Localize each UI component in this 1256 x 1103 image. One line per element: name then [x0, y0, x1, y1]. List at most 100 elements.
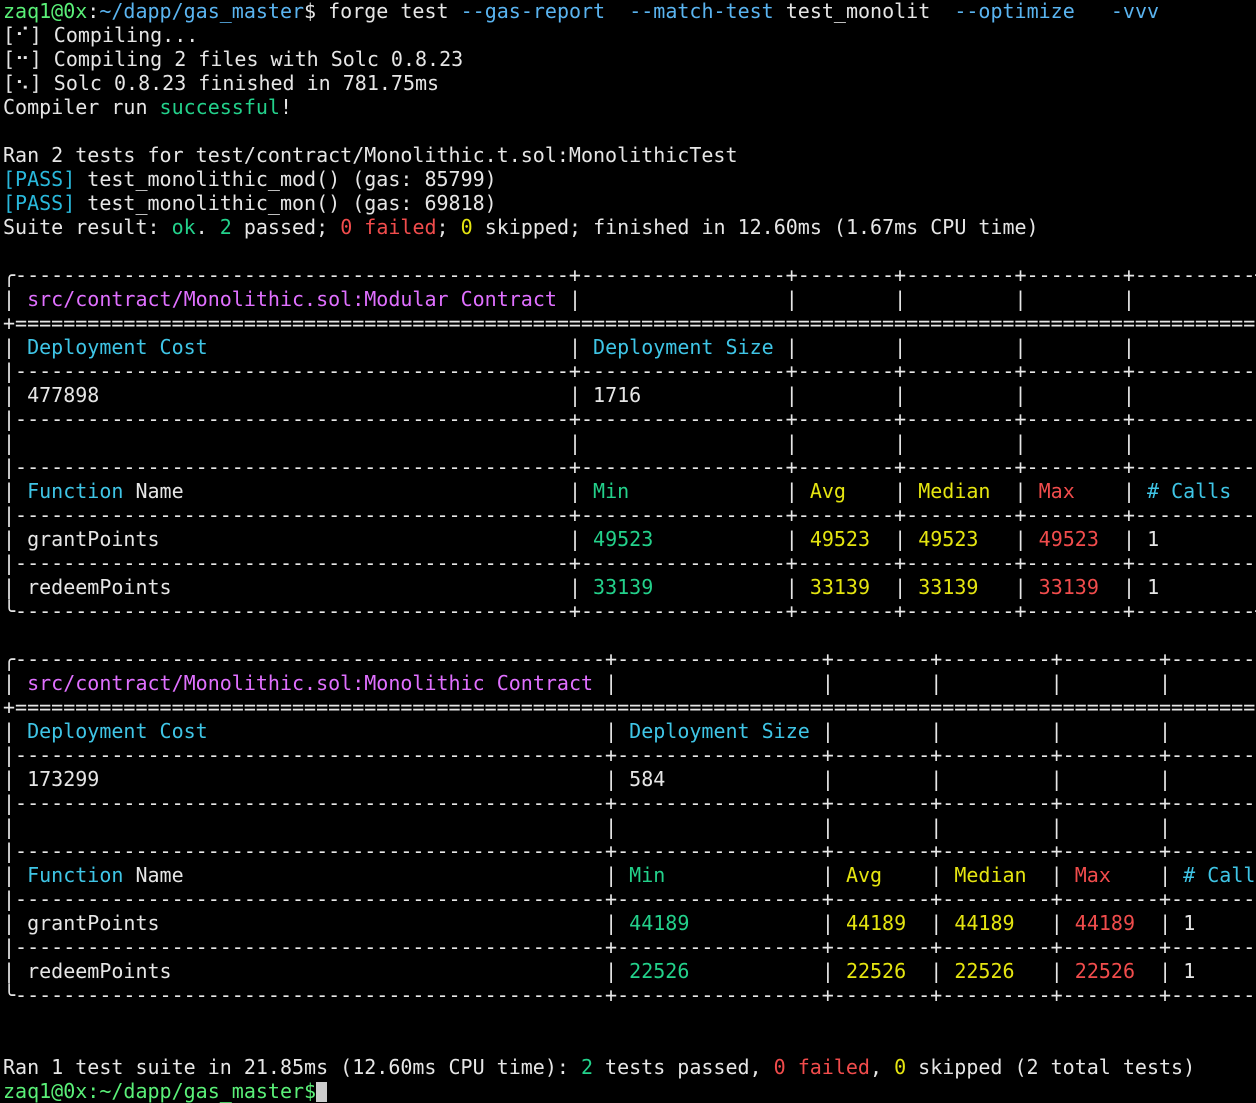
table-border: | — [821, 671, 834, 695]
table-border: | — [894, 287, 907, 311]
min-header: Min — [629, 863, 666, 887]
table-border: | — [894, 527, 907, 551]
calls-header: # Calls — [1183, 863, 1256, 887]
table-border: | — [1014, 287, 1027, 311]
deployment-cost-value: 173299 — [27, 767, 100, 791]
table-border: | — [1122, 383, 1135, 407]
suite-semicolon: ; — [436, 215, 461, 239]
table-border: | — [605, 959, 618, 983]
terminal-window[interactable]: zaq1@0x:~/dapp/gas_master$ forge test --… — [0, 0, 1256, 1103]
command-text: forge test — [328, 0, 449, 23]
table-border: | — [1122, 335, 1135, 359]
table-border: ╰---------------------------------------… — [3, 983, 1256, 1007]
avg-header: Avg — [809, 479, 846, 503]
summary-prefix: Ran 1 test suite in 21.85ms (12.60ms CPU… — [3, 1055, 581, 1079]
table-border: | — [1050, 911, 1063, 935]
table-border: | — [1159, 767, 1172, 791]
arg-match-value: test_monolit — [785, 0, 931, 23]
deployment-cost-header: Deployment Cost — [27, 335, 208, 359]
calls-cell: 1 — [1183, 911, 1196, 935]
table-border: | — [1159, 815, 1172, 839]
table-border: | — [894, 479, 907, 503]
compile-line: [⠒] Compiling 2 files with Solc 0.8.23 — [3, 47, 463, 71]
avg-cell: 22526 — [845, 959, 907, 983]
test-result: [PASS] test_monolithic_mon() (gas: 69818… — [3, 191, 497, 215]
test-result: [PASS] test_monolithic_mod() (gas: 85799… — [3, 167, 497, 191]
prompt-symbol: $ — [304, 0, 317, 23]
arg-match-test: --match-test — [629, 0, 774, 23]
table-border: | — [930, 815, 943, 839]
table-border: | — [1014, 479, 1027, 503]
table-border: | — [3, 863, 16, 887]
table-border: | — [785, 383, 798, 407]
max-cell: 49523 — [1038, 527, 1099, 551]
table-border: | — [821, 719, 834, 743]
table-border: | — [1122, 287, 1135, 311]
median-cell: 44189 — [954, 911, 1015, 935]
avg-cell: 33139 — [809, 575, 871, 599]
function-name-cell: redeemPoints — [27, 959, 172, 983]
table-border: |---------------------------------------… — [3, 407, 1256, 431]
max-cell: 33139 — [1038, 575, 1099, 599]
function-name-header: Function Name — [27, 863, 184, 887]
table-border: | — [605, 719, 618, 743]
median-cell: 22526 — [954, 959, 1015, 983]
table-border: | — [785, 431, 798, 455]
table-border: +=======================================… — [3, 695, 1256, 719]
arg-optimize: --optimize — [954, 0, 1075, 23]
table-title: src/contract/Monolithic.sol:Modular Cont… — [27, 287, 557, 311]
suite-failed-word: failed — [352, 215, 437, 239]
avg-header: Avg — [845, 863, 883, 887]
table-border: | — [821, 911, 834, 935]
table-border: | — [568, 383, 581, 407]
empty-row: | | | | | | | — [3, 815, 1256, 839]
table-border: | — [3, 479, 16, 503]
avg-cell: 44189 — [845, 911, 907, 935]
table-border: ╭---------------------------------------… — [3, 647, 1256, 671]
summary-line: Ran 1 test suite in 21.85ms (12.60ms CPU… — [3, 1055, 1195, 1079]
min-cell: 44189 — [629, 911, 690, 935]
table-row: | redeemPoints | 22526 | 22526 | 22526 |… — [3, 959, 1256, 983]
table-border: | — [3, 671, 16, 695]
table-border: | — [1014, 335, 1027, 359]
calls-header: # Calls — [1147, 479, 1232, 503]
max-header: Max — [1038, 479, 1075, 503]
table-title-word: Contract — [460, 287, 557, 311]
table-border: | — [3, 335, 16, 359]
avg-cell: 49523 — [809, 527, 871, 551]
min-cell: 33139 — [593, 575, 654, 599]
compiler-result: Compiler run successful! — [3, 95, 292, 119]
ran-tests-line: Ran 2 tests for test/contract/Monolithic… — [3, 143, 738, 167]
table-border: | — [3, 767, 16, 791]
prompt-user-host: zaq1@0x — [3, 0, 88, 23]
table-border: | — [930, 671, 943, 695]
compile-line: [⠊] Compiling... — [3, 23, 198, 47]
table-row: | grantPoints | 44189 | 44189 | 44189 | … — [3, 911, 1256, 935]
table-border: |---------------------------------------… — [3, 455, 1256, 479]
table-border: | — [3, 815, 16, 839]
table-border: | — [930, 911, 943, 935]
table-border: | — [1122, 527, 1136, 551]
table-border: | — [568, 431, 581, 455]
table-border: | — [785, 287, 798, 311]
table-border: | — [3, 287, 16, 311]
table-title: src/contract/Monolithic.sol:Monolithic C… — [27, 671, 593, 695]
table-border: | — [1014, 575, 1027, 599]
table-title-word: Contract — [496, 671, 594, 695]
table-title-row: | src/contract/Monolithic.sol:Monolithic… — [3, 671, 1256, 695]
table-border: | — [930, 767, 943, 791]
table-border: | — [568, 527, 581, 551]
table-border: | — [605, 863, 618, 887]
table-border: |---------------------------------------… — [3, 935, 1256, 959]
table-border: | — [1014, 383, 1027, 407]
min-cell: 22526 — [629, 959, 690, 983]
cursor-icon — [316, 1082, 328, 1102]
median-cell: 49523 — [918, 527, 979, 551]
table-border: |---------------------------------------… — [3, 743, 1256, 767]
table-border: | — [605, 815, 618, 839]
spinner-icon: [⠢] — [3, 71, 42, 95]
table-title-path: src/contract/Monolithic.sol:Modular — [27, 287, 449, 311]
table-border: | — [568, 287, 581, 311]
table-border: | — [1050, 767, 1063, 791]
suite-dot: . — [195, 215, 220, 239]
